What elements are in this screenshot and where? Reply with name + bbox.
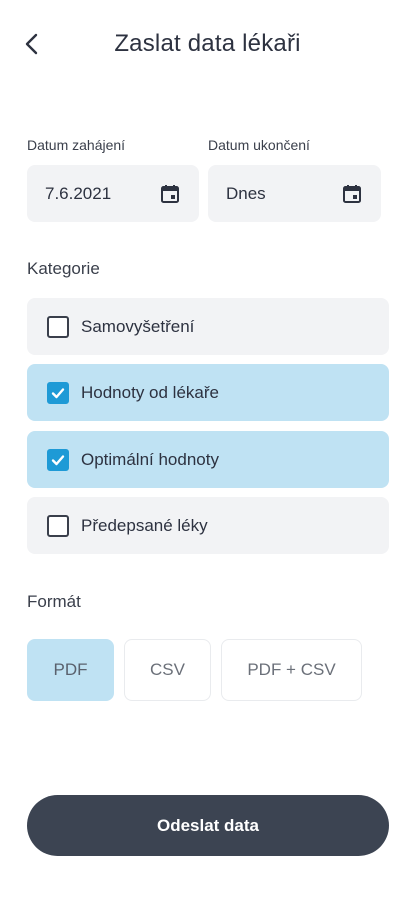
format-option-csv[interactable]: CSV [124, 639, 211, 701]
start-date-value: 7.6.2021 [45, 183, 112, 203]
send-data-button[interactable]: Odeslat data [27, 795, 389, 856]
category-label: Předepsané léky [81, 515, 208, 535]
end-date-label: Datum ukončení [208, 137, 310, 153]
checkbox[interactable] [47, 514, 69, 537]
category-label: Samovyšetření [81, 316, 195, 336]
category-item-predepsane-leky[interactable]: Předepsané léky [27, 497, 389, 554]
end-date-field[interactable]: Dnes [208, 165, 381, 222]
checkmark-icon [51, 454, 65, 465]
category-item-hodnoty-od-lekare[interactable]: Hodnoty od lékaře [27, 364, 389, 421]
checkbox[interactable] [47, 448, 69, 471]
calendar-icon[interactable] [341, 183, 363, 205]
format-option-pdf-csv[interactable]: PDF + CSV [221, 639, 362, 701]
format-label: Formát [27, 592, 81, 611]
category-item-samovysetreni[interactable]: Samovyšetření [27, 298, 389, 355]
calendar-icon[interactable] [159, 183, 181, 205]
start-date-label: Datum zahájení [27, 137, 126, 153]
category-item-optimalni-hodnoty[interactable]: Optimální hodnoty [27, 431, 389, 488]
app-header: Zaslat data lékaři [0, 0, 415, 90]
checkbox[interactable] [47, 315, 69, 338]
format-option-pdf[interactable]: PDF [27, 639, 114, 701]
start-date-field[interactable]: 7.6.2021 [27, 165, 199, 222]
checkbox[interactable] [47, 381, 69, 404]
categories-label: Kategorie [27, 259, 100, 278]
category-label: Optimální hodnoty [81, 449, 219, 469]
category-label: Hodnoty od lékaře [81, 382, 219, 402]
end-date-value: Dnes [226, 183, 266, 203]
checkmark-icon [51, 387, 65, 398]
page-title: Zaslat data lékaři [114, 30, 301, 57]
